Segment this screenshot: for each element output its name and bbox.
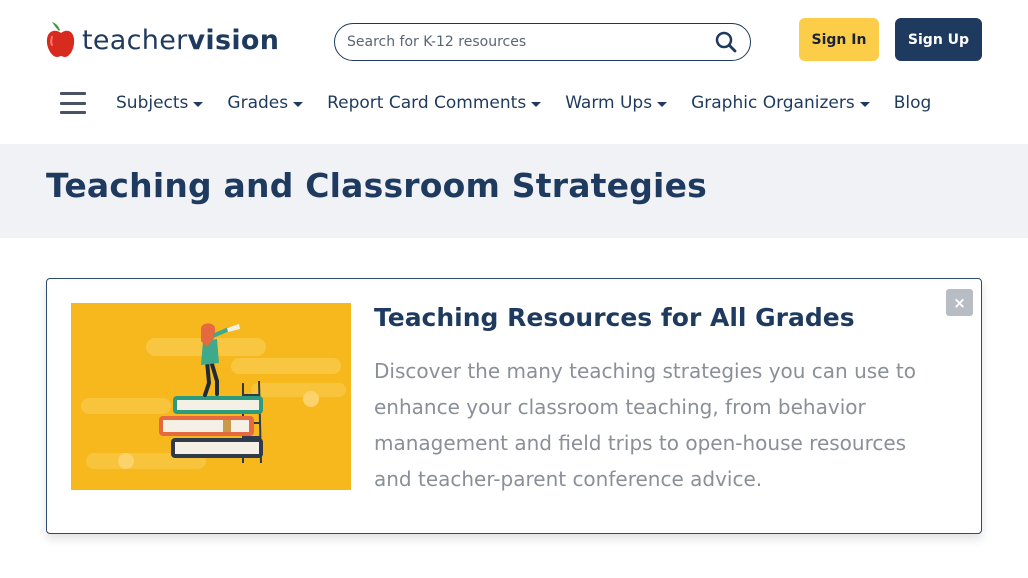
nav-item-label: Grades <box>227 93 289 113</box>
search-bar <box>334 23 751 61</box>
apple-logo-icon <box>46 22 75 57</box>
page-title: Teaching and Classroom Strategies <box>46 166 707 205</box>
nav-item-label: Blog <box>893 93 932 113</box>
caret-down-icon <box>193 101 204 107</box>
nav-item-subjects[interactable]: Subjects <box>116 93 204 113</box>
caret-down-icon <box>859 101 870 107</box>
hamburger-menu-icon[interactable] <box>60 92 86 114</box>
nav-item-warm-ups[interactable]: Warm Ups <box>565 93 668 113</box>
caret-down-icon <box>293 101 304 107</box>
close-icon[interactable]: × <box>946 289 973 316</box>
caret-down-icon <box>531 101 542 107</box>
search-icon[interactable] <box>714 30 738 54</box>
card-title: Teaching Resources for All Grades <box>374 303 855 332</box>
nav-item-label: Graphic Organizers <box>691 93 855 113</box>
nav-item-report-card-comments[interactable]: Report Card Comments <box>327 93 542 113</box>
nav-item-graphic-organizers[interactable]: Graphic Organizers <box>691 93 870 113</box>
nav-item-label: Subjects <box>116 93 189 113</box>
sign-up-button[interactable]: Sign Up <box>895 18 982 61</box>
nav-item-grades[interactable]: Grades <box>227 93 304 113</box>
search-input[interactable] <box>347 34 714 50</box>
teacher-books-illustration <box>71 303 351 490</box>
caret-down-icon <box>657 101 668 107</box>
logo-text-vision: vision <box>187 24 280 56</box>
promo-card: × Teaching Resources for All Grades Disc… <box>46 278 982 534</box>
nav-item-label: Report Card Comments <box>327 93 527 113</box>
logo-text-teacher: teacher <box>82 24 188 56</box>
sign-in-button[interactable]: Sign In <box>799 18 879 61</box>
page-title-band: Teaching and Classroom Strategies <box>0 144 1028 238</box>
nav-item-blog[interactable]: Blog <box>894 93 932 113</box>
main-nav: Subjects Grades Report Card Comments War… <box>60 84 955 122</box>
teachervision-logo[interactable]: teachervision <box>46 20 288 60</box>
card-description: Discover the many teaching strategies yo… <box>374 359 916 491</box>
nav-item-label: Warm Ups <box>565 93 653 113</box>
